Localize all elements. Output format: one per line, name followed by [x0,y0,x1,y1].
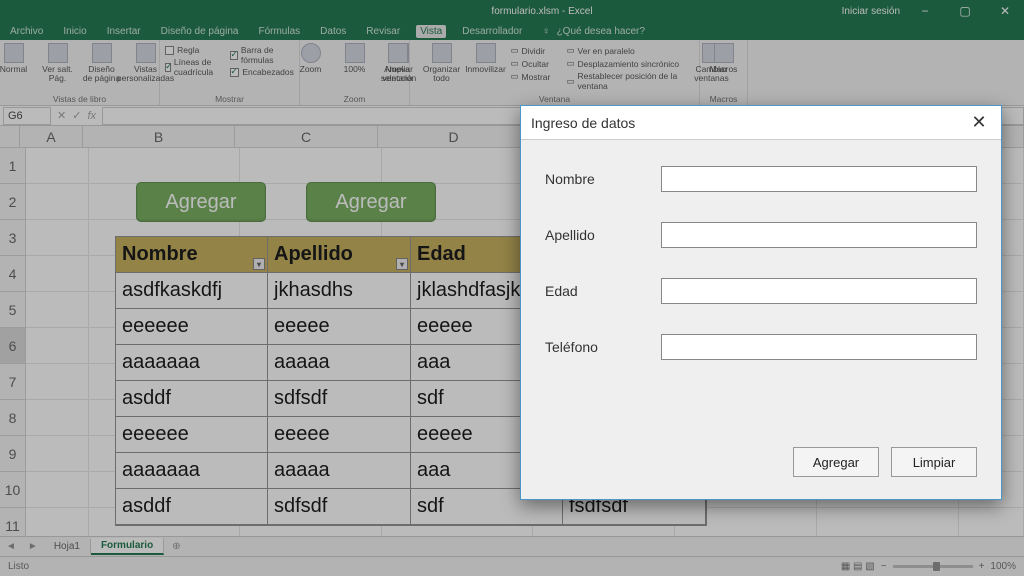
dialog-agregar-button[interactable]: Agregar [793,447,879,477]
input-telefono[interactable] [661,334,977,360]
dialog-title: Ingreso de datos [531,115,635,131]
input-nombre[interactable] [661,166,977,192]
input-edad[interactable] [661,278,977,304]
dialog-limpiar-button[interactable]: Limpiar [891,447,977,477]
userform-dialog: Ingreso de datos ✕ Nombre Apellido Edad … [520,105,1002,500]
input-apellido[interactable] [661,222,977,248]
label-telefono: Teléfono [545,339,661,355]
dialog-titlebar[interactable]: Ingreso de datos ✕ [521,106,1001,140]
label-apellido: Apellido [545,227,661,243]
label-edad: Edad [545,283,661,299]
label-nombre: Nombre [545,171,661,187]
dialog-close-icon[interactable]: ✕ [967,111,991,135]
